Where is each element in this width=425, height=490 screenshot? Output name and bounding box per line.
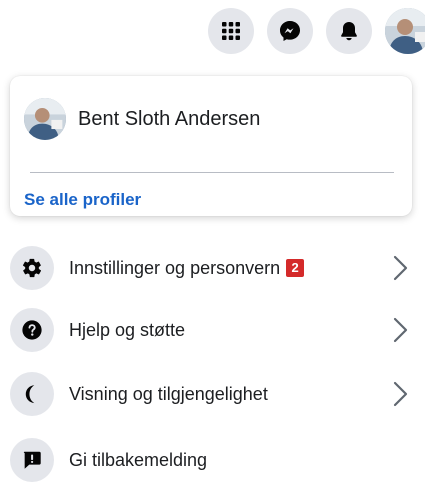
menu-item-label: Innstillinger og personvern 2 [69, 257, 305, 279]
see-all-profiles-link[interactable]: Se alle profiler [24, 190, 141, 210]
notification-badge: 2 [286, 259, 305, 277]
menu-item-settings-privacy[interactable]: Innstillinger og personvern 2 [0, 240, 425, 296]
top-navigation-bar [0, 0, 425, 62]
profile-card: Bent Sloth Andersen Se alle profiler [10, 76, 412, 216]
profile-link[interactable]: Bent Sloth Andersen [24, 98, 394, 140]
menu-item-help-support[interactable]: Hjelp og støtte [0, 302, 425, 358]
display-icon-circle [10, 372, 54, 416]
help-icon-circle [10, 308, 54, 352]
chevron-right-icon [393, 255, 408, 281]
settings-icon-circle [10, 246, 54, 290]
feedback-icon [23, 451, 41, 469]
profile-photo [385, 8, 425, 54]
profile-name: Bent Sloth Andersen [78, 107, 261, 130]
menu-item-give-feedback[interactable]: Gi tilbakemelding [0, 432, 425, 488]
grid-menu-icon [222, 22, 240, 40]
account-dropdown: Bent Sloth Andersen Se alle profiler Inn… [0, 62, 425, 490]
chevron-right-icon [393, 317, 408, 343]
divider [30, 172, 394, 173]
profile-photo [24, 98, 66, 140]
menu-item-display-accessibility[interactable]: Visning og tilgjengelighet [0, 366, 425, 422]
help-label: Hjelp og støtte [69, 319, 186, 340]
display-label: Visning og tilgjengelighet [69, 383, 268, 404]
bell-icon [341, 22, 357, 41]
feedback-label: Gi tilbakemelding [69, 449, 208, 470]
gear-icon [22, 258, 42, 278]
avatar [24, 98, 66, 140]
messenger-icon [280, 21, 300, 41]
chevron-right-icon [393, 381, 408, 407]
settings-label: Innstillinger og personvern [69, 257, 281, 278]
notifications-button[interactable] [326, 8, 372, 54]
messenger-button[interactable] [267, 8, 313, 54]
question-icon [22, 320, 42, 340]
moon-icon [25, 385, 35, 404]
account-avatar[interactable] [385, 8, 425, 54]
menu-button[interactable] [208, 8, 254, 54]
feedback-icon-circle [10, 438, 54, 482]
